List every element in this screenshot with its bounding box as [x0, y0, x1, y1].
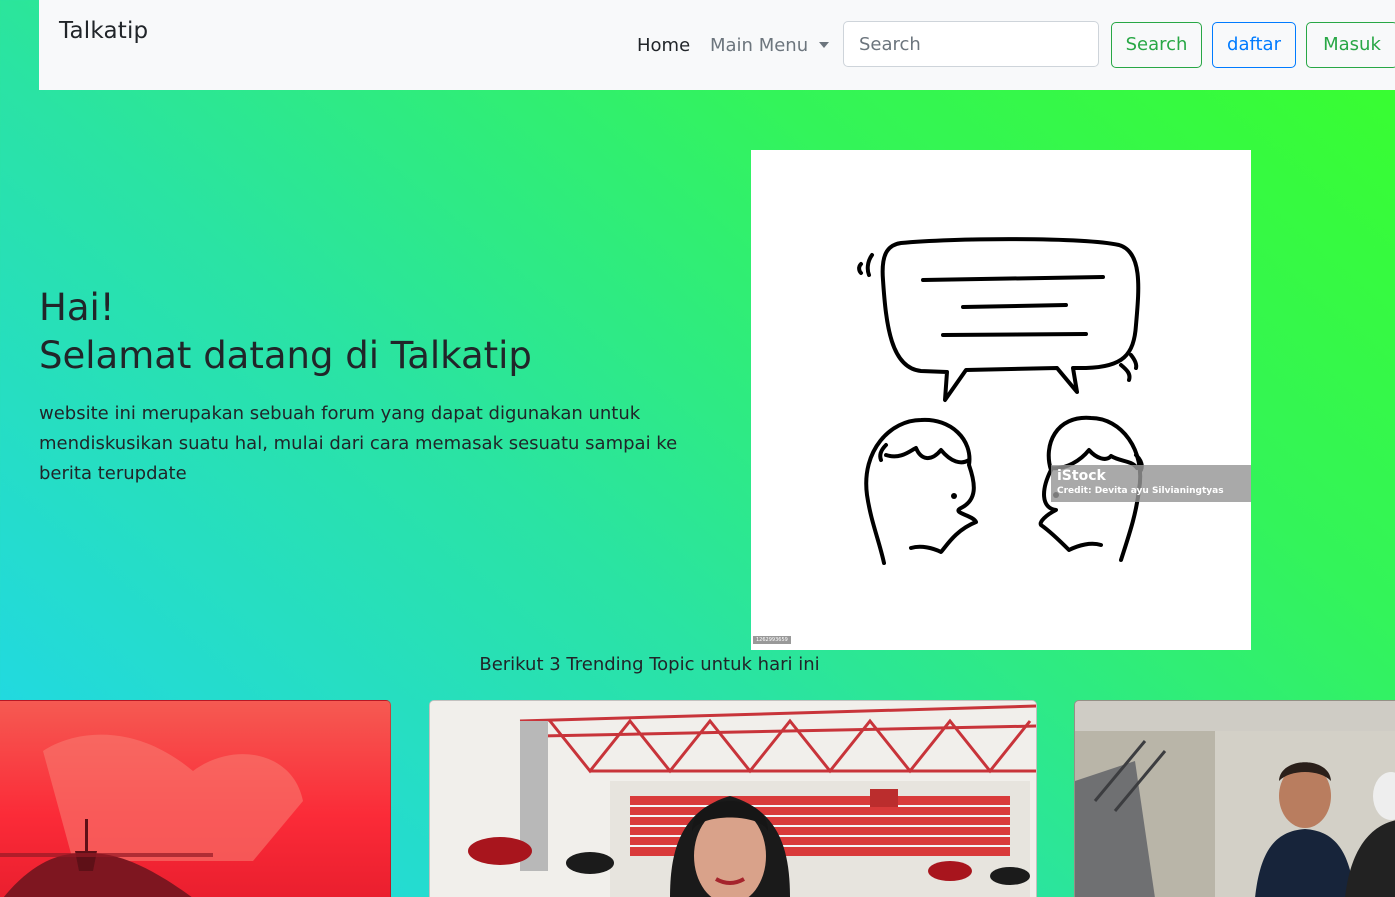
search-input[interactable] [843, 21, 1099, 67]
nav-main-menu-dropdown[interactable]: Main Menu [710, 34, 830, 58]
nav-home-link[interactable]: Home [637, 34, 690, 58]
trending-card-2[interactable] [429, 700, 1037, 897]
istock-watermark: iStock Credit: Devita ayu Silvianingtyas [1051, 465, 1251, 502]
search-button[interactable]: Search [1111, 22, 1202, 68]
card-1-image [0, 734, 303, 897]
navbar: Talkatip Home Main Menu Search daftar Ma… [39, 0, 1395, 90]
card-3-image [1075, 701, 1395, 897]
watermark-brand: iStock [1057, 468, 1106, 484]
hero-description: website ini merupakan sebuah forum yang … [39, 403, 678, 484]
watermark-credit: Credit: Devita ayu Silvianingtyas [1057, 486, 1224, 496]
chat-bubble-illustration [857, 237, 1144, 565]
hero-welcome: Selamat datang di Talkatip [39, 334, 532, 377]
hero-title: Hai! Selamat datang di Talkatip [39, 284, 532, 380]
image-id-label: 1262993659 [753, 636, 791, 644]
masuk-button[interactable]: Masuk [1306, 22, 1395, 68]
hero-greeting: Hai! [39, 286, 115, 329]
chevron-down-icon [819, 42, 830, 48]
left-eye [951, 493, 957, 499]
brand-logo[interactable]: Talkatip [59, 18, 148, 44]
main-menu-label: Main Menu [710, 35, 809, 56]
trending-card-1[interactable] [0, 700, 391, 897]
daftar-button[interactable]: daftar [1212, 22, 1296, 68]
hero-illustration: iStock Credit: Devita ayu Silvianingtyas… [751, 150, 1251, 650]
trending-heading: Berikut 3 Trending Topic untuk hari ini [479, 654, 820, 675]
trending-card-3[interactable] [1074, 700, 1395, 897]
card-2-image [430, 701, 1036, 897]
